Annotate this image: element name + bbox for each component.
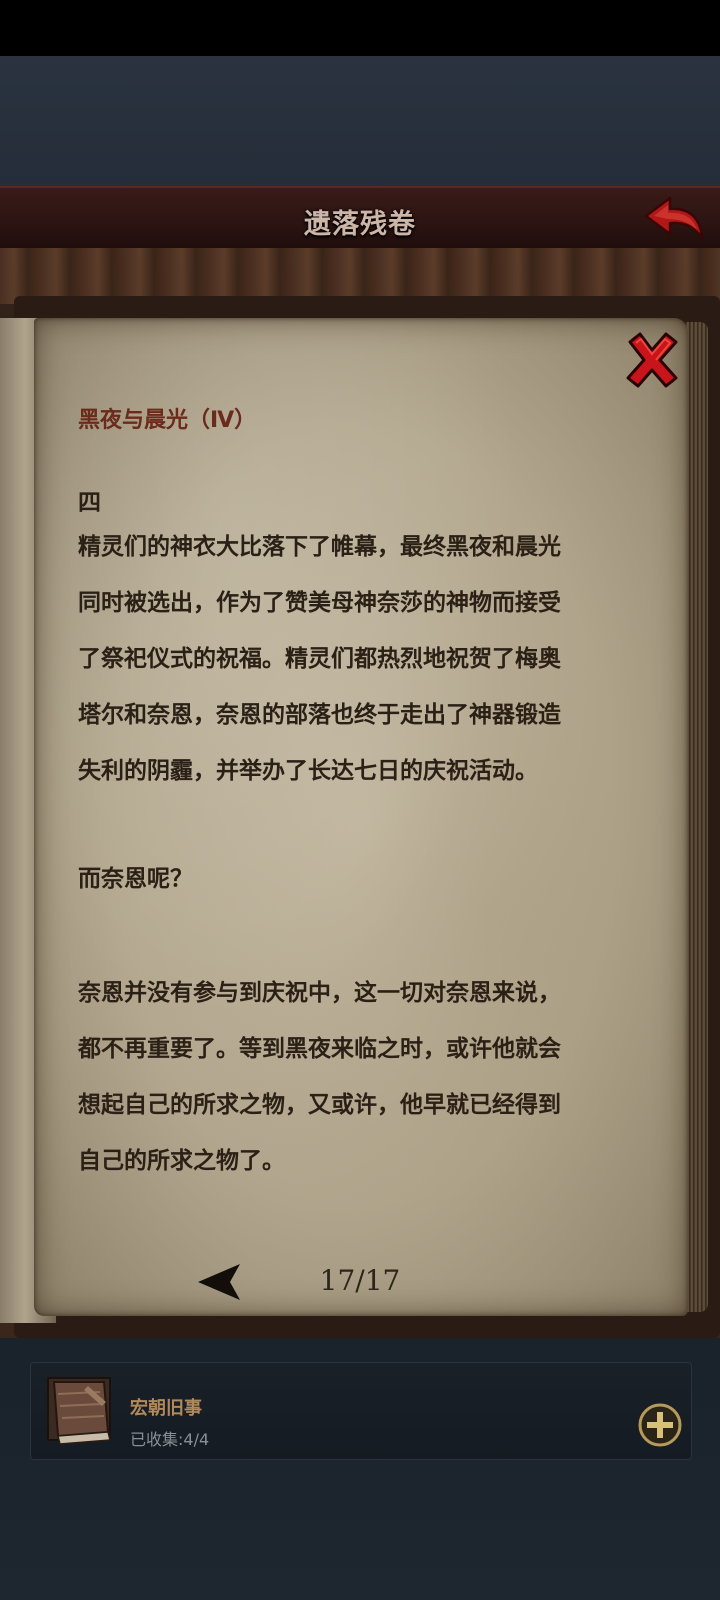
back-arrow-icon — [644, 196, 704, 240]
close-button[interactable] — [622, 330, 680, 388]
body-line: 自己的所求之物了。 — [78, 1148, 285, 1174]
lore-book-screen: 遗落残卷 黑夜与晨光（Ⅳ） 四 精灵们的神衣大比落下了帷幕，最终黑夜和晨光 同时… — [0, 0, 720, 1600]
plus-icon — [638, 1403, 682, 1447]
close-icon — [626, 332, 678, 388]
book-icon — [47, 1377, 111, 1445]
back-button[interactable] — [640, 194, 706, 244]
body-line: 失利的阴霾，并举办了长达七日的庆祝活动。 — [78, 758, 538, 784]
entry-title: 黑夜与晨光（Ⅳ） — [78, 408, 257, 433]
body-line: 精灵们的神衣大比落下了帷幕，最终黑夜和晨光 — [78, 534, 561, 560]
body-line: 同时被选出，作为了赞美母神奈莎的神物而接受 — [78, 590, 561, 616]
page-counter: 17/17 — [319, 1264, 401, 1297]
body-line: 而奈恩呢？ — [78, 866, 193, 892]
collection-book-item[interactable] — [44, 1372, 118, 1448]
body-line: 塔尔和奈恩，奈恩的部落也终于走出了神器锻造 — [78, 702, 561, 728]
collection-progress: 已收集:4/4 — [130, 1430, 210, 1449]
prev-page-button[interactable] — [196, 1262, 244, 1302]
body-line: 奈恩并没有参与到庆祝中，这一切对奈恩来说， — [78, 980, 561, 1006]
header-bar: 遗落残卷 — [0, 186, 720, 252]
body-line: 都不再重要了。等到黑夜来临之时，或许他就会 — [78, 1036, 561, 1062]
prev-page-arrow-icon — [198, 1264, 240, 1300]
book-page-edges — [686, 322, 708, 1312]
add-button[interactable] — [638, 1403, 682, 1447]
body-line: 了祭祀仪式的祝福。精灵们都热烈地祝贺了梅奥 — [78, 646, 561, 672]
collection-name: 宏朝旧事 — [130, 1398, 202, 1419]
screen-title: 遗落残卷 — [304, 209, 416, 240]
body-line: 想起自己的所求之物，又或许，他早就已经得到 — [78, 1092, 561, 1118]
